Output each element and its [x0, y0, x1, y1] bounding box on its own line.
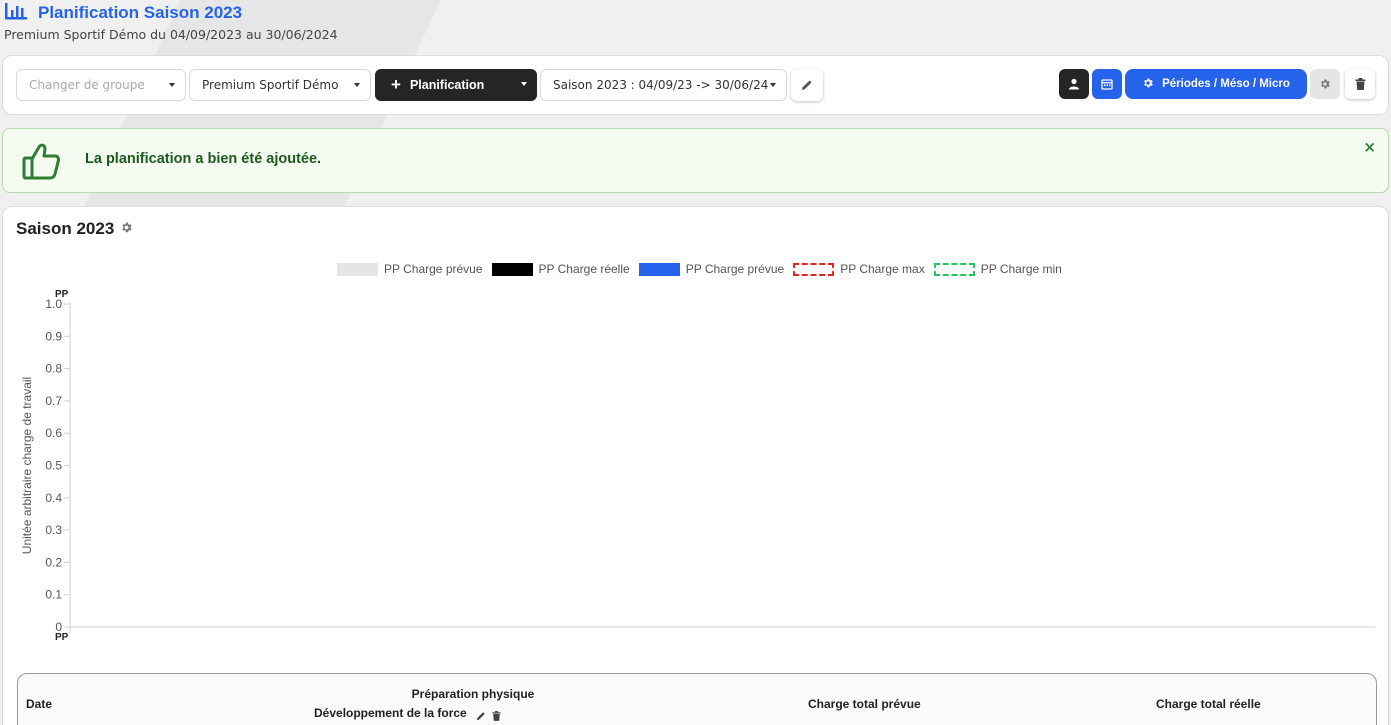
page-subtitle: Premium Sportif Démo du 04/09/2023 au 30…	[4, 27, 338, 42]
y-tick-label: 0.5	[45, 459, 62, 473]
gear-icon	[1142, 77, 1154, 92]
gear-icon	[1319, 75, 1331, 94]
calendar-icon	[1101, 75, 1113, 94]
pencil-icon[interactable]	[476, 706, 486, 725]
edit-season-button[interactable]	[791, 69, 823, 101]
y-tick-label: 0.3	[45, 523, 62, 537]
group-select[interactable]: Changer de groupe	[16, 69, 186, 101]
chevron-down-icon	[354, 83, 360, 87]
plus-icon: +	[391, 75, 401, 94]
season-card: Saison 2023 PP Charge prévue PP Charge ré…	[2, 206, 1389, 725]
delete-button[interactable]	[1345, 69, 1375, 99]
column-header-charge-reelle: Charge total réelle	[1156, 697, 1261, 711]
thumbs-up-icon	[21, 141, 61, 185]
chart: 00.10.20.30.40.50.60.70.80.91.0PPPPUnité…	[20, 289, 1375, 643]
team-select[interactable]: Premium Sportif Démo	[189, 69, 371, 101]
y-tick-label: 0.9	[45, 329, 62, 343]
column-header-charge-prevue: Charge total prévue	[808, 697, 921, 711]
y-tick-label: 0.1	[45, 588, 62, 602]
y-tick-label: 0.8	[45, 362, 62, 376]
y-tick-label: 0.7	[45, 394, 62, 408]
group-select-placeholder: Changer de groupe	[29, 78, 145, 92]
trash-icon	[1355, 75, 1366, 94]
planning-table: Date Préparation physique Développement …	[17, 673, 1377, 725]
user-button[interactable]	[1059, 69, 1089, 99]
season-select[interactable]: Saison 2023 : 04/09/23 -> 30/06/24	[540, 69, 787, 101]
chevron-down-icon	[169, 83, 175, 87]
team-select-value: Premium Sportif Démo	[202, 78, 339, 92]
calendar-button[interactable]	[1092, 69, 1122, 99]
column-header-date: Date	[26, 697, 53, 711]
pencil-icon	[801, 76, 813, 95]
add-planification-button[interactable]: + Planification	[375, 69, 537, 101]
chevron-down-icon	[770, 83, 776, 87]
column-header-prep-subtitle: Développement de la force	[314, 706, 467, 720]
toolbar: Changer de groupe Premium Sportif Démo +…	[2, 55, 1389, 115]
chart-bar-icon	[4, 2, 28, 24]
user-icon	[1068, 75, 1080, 94]
y-tick-label: 0.6	[45, 426, 62, 440]
y-axis-label: Unitée arbitraire charge de travail	[20, 377, 34, 554]
settings-button[interactable]	[1310, 69, 1340, 99]
page-title: Planification Saison 2023	[38, 3, 243, 22]
close-icon[interactable]: ×	[1363, 138, 1376, 156]
alert-message: La planification a bien été ajoutée.	[85, 151, 322, 167]
y-axis-bottom-label: PP	[55, 632, 69, 643]
y-tick-label: 0.2	[45, 555, 62, 569]
trash-icon[interactable]	[492, 706, 501, 725]
success-alert: La planification a bien été ajoutée. ×	[2, 128, 1389, 193]
periods-button-label: Périodes / Méso / Micro	[1162, 78, 1290, 90]
planification-button-label: Planification	[409, 78, 485, 92]
season-select-value: Saison 2023 : 04/09/23 -> 30/06/24	[553, 78, 769, 92]
chevron-down-icon[interactable]	[521, 82, 527, 86]
periods-meso-micro-button[interactable]: Périodes / Méso / Micro	[1125, 69, 1307, 99]
y-axis-top-label: PP	[55, 289, 69, 300]
y-tick-label: 0.4	[45, 491, 62, 505]
column-header-preparation: Préparation physique	[411, 687, 535, 701]
page-header: Planification Saison 2023 Premium Sporti…	[4, 2, 338, 42]
